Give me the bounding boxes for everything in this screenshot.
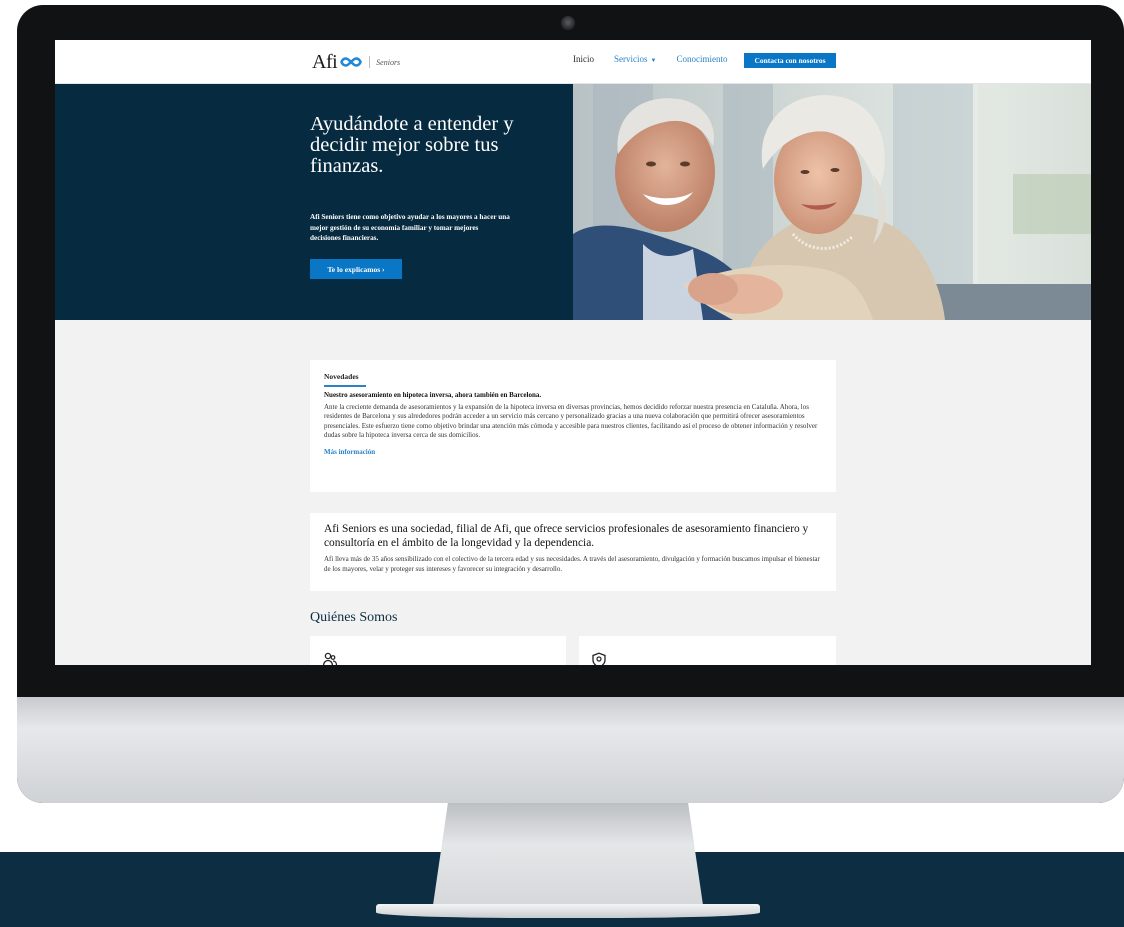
feature-card[interactable] — [310, 636, 566, 665]
monitor: Afi Seniors Inicio Servicios ▼ Conocimien… — [17, 5, 1124, 803]
hero-panel: Ayudándote a entender y decidir mejor so… — [55, 84, 573, 320]
explain-button[interactable]: Te lo explicamos › — [310, 259, 402, 279]
people-icon — [322, 652, 338, 665]
news-tag: Novedades — [324, 372, 359, 381]
chevron-down-icon: ▼ — [650, 58, 657, 64]
news-body: Ante la creciente demanda de asesoramien… — [324, 402, 818, 440]
main-nav: Inicio Servicios ▼ Conocimiento — [573, 54, 747, 64]
section-title: Quiénes Somos — [310, 610, 398, 625]
hero-photo — [573, 84, 1091, 320]
monitor-stand-base — [376, 904, 760, 918]
news-card: Novedades Nuestro asesoramiento en hipot… — [310, 360, 836, 492]
infinity-icon — [340, 57, 363, 67]
location-shield-icon — [592, 652, 606, 665]
news-headline: Nuestro asesoramiento en hipoteca invers… — [324, 390, 542, 399]
senior-couple-photo — [573, 84, 1091, 320]
monitor-stand — [432, 800, 704, 912]
hero-section: Ayudándote a entender y decidir mejor so… — [55, 84, 1091, 320]
site-header: Afi Seniors Inicio Servicios ▼ Conocimien… — [55, 40, 1091, 84]
monitor-chin — [17, 697, 1124, 803]
about-body: Afi lleva más de 35 años sensibilizado c… — [324, 555, 820, 573]
news-underline — [324, 385, 366, 387]
hero-text: Afi Seniors tiene como objetivo ayudar a… — [310, 213, 510, 242]
screen: Afi Seniors Inicio Servicios ▼ Conocimien… — [55, 40, 1091, 665]
nav-inicio[interactable]: Inicio — [573, 54, 594, 64]
logo-divider — [369, 56, 371, 68]
nav-servicios[interactable]: Servicios ▼ — [614, 54, 656, 64]
more-info-link[interactable]: Más información — [324, 448, 375, 456]
logo[interactable]: Afi Seniors — [312, 52, 400, 72]
about-title: Afi Seniors es una sociedad, filial de A… — [324, 523, 809, 549]
contact-button[interactable]: Contacta con nosotros — [744, 53, 836, 68]
camera-icon — [561, 16, 575, 30]
nav-servicios-label: Servicios — [614, 54, 648, 64]
feature-card[interactable] — [579, 636, 836, 665]
hero-title: Ayudándote a entender y decidir mejor so… — [310, 113, 514, 177]
logo-subtitle: Seniors — [376, 57, 401, 67]
logo-text: Afi — [312, 51, 338, 73]
nav-conocimiento[interactable]: Conocimiento — [676, 54, 727, 64]
about-card: Afi Seniors es una sociedad, filial de A… — [310, 513, 836, 591]
